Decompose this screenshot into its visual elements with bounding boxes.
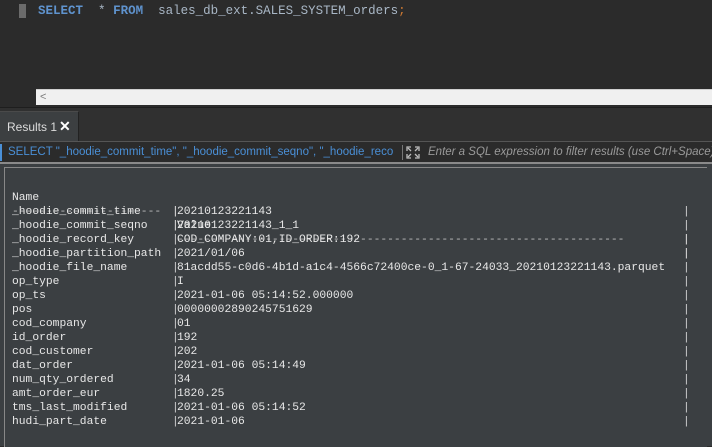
results-tab-bar: Results 1 ✕: [0, 107, 712, 142]
column-end-divider: |: [683, 290, 690, 302]
keyword-from: FROM: [113, 4, 144, 18]
column-end-divider: |: [683, 388, 690, 400]
tab-results-1[interactable]: Results 1 ✕: [0, 111, 79, 142]
row-value: 1820.25: [177, 388, 225, 400]
close-icon[interactable]: ✕: [59, 119, 71, 133]
text-cursor-marker: [19, 4, 26, 18]
table-row[interactable]: amt_order_eur | 1820.25 |: [12, 387, 690, 401]
scroll-left-arrow-icon[interactable]: <: [40, 90, 46, 105]
table-row[interactable]: _hoodie_commit_seqno | 20210123221143_1_1 |: [12, 219, 690, 233]
table-row[interactable]: hudi_part_date | 2021-01-06 |: [12, 415, 690, 429]
column-end-divider: |: [683, 416, 690, 428]
row-value: 20210123221143_1_1: [177, 220, 300, 232]
results-panel: Name | Value | ---------------------- | …: [0, 164, 712, 447]
column-end-divider: |: [683, 248, 690, 260]
row-value: 192: [177, 332, 198, 344]
column-end-divider: |: [683, 318, 690, 330]
row-name: cod_customer: [12, 346, 94, 358]
column-end-divider: |: [683, 262, 690, 274]
table-row[interactable]: num_qty_ordered | 34 |: [12, 373, 690, 387]
table-row[interactable]: dat_order | 2021-01-06 05:14:49 |: [12, 359, 690, 373]
row-value: I: [177, 276, 184, 288]
sql-statement-line[interactable]: SELECT * FROM sales_db_ext.SALES_SYSTEM_…: [38, 4, 406, 18]
table-row[interactable]: id_order | 192 |: [12, 331, 690, 345]
expand-icon[interactable]: [405, 145, 421, 160]
row-value: 2021-01-06 05:14:49: [177, 360, 306, 372]
column-end-divider: |: [683, 402, 690, 414]
filter-query-text[interactable]: SELECT "_hoodie_commit_time", "_hoodie_c…: [0, 144, 400, 161]
row-value: 00000002890245751629: [177, 304, 313, 316]
keyword-select: SELECT: [38, 4, 84, 18]
row-value: 81acdd55-c0d6-4b1d-a1c4-4566c72400ce-0_1…: [177, 262, 666, 274]
table-row[interactable]: cod_company | 01 |: [12, 317, 690, 331]
filter-bar: SELECT "_hoodie_commit_time", "_hoodie_c…: [0, 141, 712, 163]
table-row[interactable]: _hoodie_partition_path | 2021/01/06 |: [12, 247, 690, 261]
table-row[interactable]: cod_customer | 202 |: [12, 345, 690, 359]
table-header-row: Name | Value |: [12, 177, 690, 246]
column-end-divider: |: [683, 346, 690, 358]
filter-expression-input[interactable]: Enter a SQL expression to filter results…: [428, 144, 712, 161]
table-row[interactable]: _hoodie_commit_time | 20210123221143 |: [12, 205, 690, 219]
table-name: sales_db_ext.SALES_SYSTEM_orders: [158, 4, 399, 18]
row-name: _hoodie_commit_seqno: [12, 220, 148, 232]
row-value: 202: [177, 346, 198, 358]
sql-editor[interactable]: SELECT * FROM sales_db_ext.SALES_SYSTEM_…: [0, 0, 712, 107]
table-row[interactable]: _hoodie_file_name | 81acdd55-c0d6-4b1d-a1c…: [12, 261, 690, 275]
row-value: 2021-01-06: [177, 416, 245, 428]
row-value: 2021-01-06 05:14:52: [177, 402, 306, 414]
row-value: COD_COMPANY:01,ID_ORDER:192: [177, 234, 361, 246]
row-name: num_qty_ordered: [12, 374, 114, 386]
results-grid: Name | Value | ---------------------- | …: [12, 177, 690, 429]
row-name: cod_company: [12, 318, 87, 330]
row-name: _hoodie_file_name: [12, 262, 128, 274]
row-name: _hoodie_partition_path: [12, 248, 162, 260]
filter-divider: [402, 145, 403, 160]
row-value: 2021/01/06: [177, 248, 245, 260]
column-end-divider: |: [683, 206, 690, 218]
row-name: _hoodie_record_key: [12, 234, 135, 246]
row-name: op_type: [12, 276, 60, 288]
editor-horizontal-scrollbar[interactable]: <: [36, 89, 712, 105]
row-name: amt_order_eur: [12, 388, 101, 400]
column-end-divider: |: [683, 332, 690, 344]
row-name: hudi_part_date: [12, 416, 107, 428]
table-row[interactable]: tms_last_modified | 2021-01-06 05:14:52 |: [12, 401, 690, 415]
row-name: dat_order: [12, 360, 74, 372]
row-value: 20210123221143: [177, 206, 272, 218]
tab-label: Results 1: [7, 120, 58, 134]
select-all-operator: *: [98, 4, 106, 18]
column-end-divider: |: [683, 276, 690, 288]
table-row[interactable]: op_ts | 2021-01-06 05:14:52.000000 |: [12, 289, 690, 303]
row-name: _hoodie_commit_time: [12, 206, 141, 218]
row-name: pos: [12, 304, 33, 316]
column-end-divider: |: [683, 234, 690, 246]
table-row[interactable]: _hoodie_record_key | COD_COMPANY:01,ID_ORD…: [12, 233, 690, 247]
row-value: 2021-01-06 05:14:52.000000: [177, 290, 354, 302]
header-separator-row: ---------------------- | ---------------…: [12, 191, 690, 260]
column-end-divider: |: [683, 304, 690, 316]
row-name: tms_last_modified: [12, 402, 128, 414]
column-end-divider: |: [683, 374, 690, 386]
column-end-divider: |: [683, 360, 690, 372]
statement-terminator: ;: [398, 4, 406, 18]
row-value: 01: [177, 318, 191, 330]
row-name: id_order: [12, 332, 67, 344]
table-row[interactable]: pos | 00000002890245751629 |: [12, 303, 690, 317]
row-value: 34: [177, 374, 191, 386]
table-row[interactable]: op_type | I |: [12, 275, 690, 289]
row-name: op_ts: [12, 290, 46, 302]
results-text-view[interactable]: Name | Value | ---------------------- | …: [4, 167, 707, 447]
column-end-divider: |: [683, 220, 690, 232]
